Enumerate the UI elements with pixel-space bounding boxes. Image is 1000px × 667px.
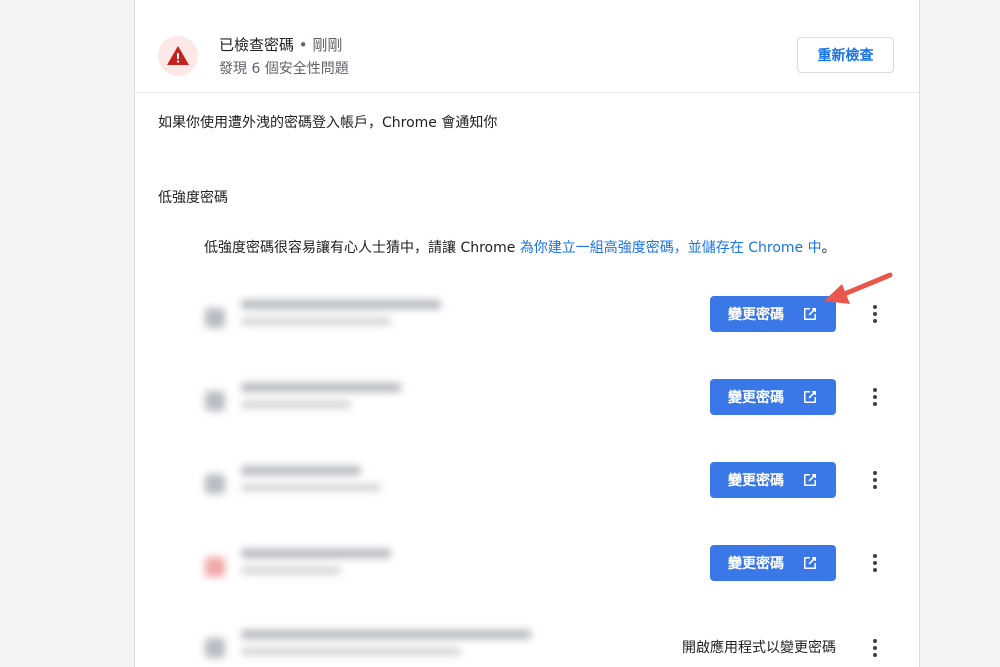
- divider: [135, 92, 919, 93]
- password-row: 變更密碼: [135, 539, 919, 609]
- open-in-new-icon: [804, 308, 816, 320]
- more-actions-icon[interactable]: [866, 379, 884, 415]
- more-actions-icon[interactable]: [866, 462, 884, 498]
- password-row: 變更密碼: [135, 456, 919, 526]
- site-favicon: [205, 557, 225, 577]
- change-password-button[interactable]: 變更密碼: [710, 462, 836, 498]
- site-favicon: [205, 638, 225, 658]
- check-subtitle: 發現 6 個安全性問題: [219, 61, 349, 77]
- password-check-card: 已檢查密碼 • 剛剛 發現 6 個安全性問題 重新檢查 如果你使用遭外洩的密碼登…: [134, 0, 920, 667]
- more-actions-icon[interactable]: [866, 545, 884, 581]
- change-password-button[interactable]: 變更密碼: [710, 545, 836, 581]
- password-row: 變更密碼: [135, 373, 919, 443]
- check-timestamp: 剛剛: [312, 36, 343, 54]
- username-blurred: [241, 648, 461, 655]
- open-in-new-icon: [804, 557, 816, 569]
- recheck-button[interactable]: 重新檢查: [797, 37, 894, 73]
- site-favicon: [205, 391, 225, 411]
- site-name-blurred: [241, 300, 441, 309]
- password-row: 開啟應用程式以變更密碼: [135, 620, 919, 667]
- blurred-site-info: [191, 539, 491, 589]
- site-name-blurred: [241, 383, 401, 392]
- change-password-button[interactable]: 變更密碼: [710, 379, 836, 415]
- weak-desc-text: 低強度密碼很容易讓有心人士猜中，請讓 Chrome: [204, 240, 520, 256]
- check-separator: •: [294, 36, 313, 54]
- change-password-button[interactable]: 變更密碼: [710, 296, 836, 332]
- warning-icon: [158, 36, 198, 76]
- change-password-label: 變更密碼: [728, 390, 784, 406]
- annotation-arrow-icon: [824, 272, 893, 304]
- more-actions-icon[interactable]: [866, 630, 884, 666]
- weak-desc-end: 。: [821, 240, 836, 256]
- change-password-label: 變更密碼: [728, 556, 784, 572]
- compromised-notify-text: 如果你使用遭外洩的密碼登入帳戶，Chrome 會通知你: [158, 115, 498, 131]
- open-in-new-icon: [804, 474, 816, 486]
- open-app-to-change-text: 開啟應用程式以變更密碼: [682, 640, 836, 656]
- username-blurred: [241, 484, 381, 491]
- site-favicon: [205, 474, 225, 494]
- weak-passwords-description: 低強度密碼很容易讓有心人士猜中，請讓 Chrome 為你建立一組高強度密碼，並儲…: [204, 237, 836, 257]
- weak-passwords-heading: 低強度密碼: [158, 190, 228, 206]
- site-name-blurred: [241, 466, 361, 475]
- site-favicon: [205, 308, 225, 328]
- check-title-text: 已檢查密碼: [219, 36, 295, 54]
- password-row: 變更密碼: [135, 290, 919, 360]
- username-blurred: [241, 318, 391, 325]
- open-in-new-icon: [804, 391, 816, 403]
- blurred-site-info: [191, 456, 491, 506]
- username-blurred: [241, 567, 341, 574]
- site-name-blurred: [241, 630, 531, 639]
- change-password-label: 變更密碼: [728, 473, 784, 489]
- blurred-site-info: [191, 620, 531, 667]
- site-name-blurred: [241, 549, 391, 558]
- change-password-label: 變更密碼: [728, 307, 784, 323]
- username-blurred: [241, 401, 351, 408]
- blurred-site-info: [191, 373, 491, 423]
- check-status-title: 已檢查密碼 • 剛剛: [219, 34, 342, 55]
- generate-password-link[interactable]: 為你建立一組高強度密碼，並儲存在 Chrome 中: [520, 240, 822, 256]
- blurred-site-info: [191, 290, 491, 340]
